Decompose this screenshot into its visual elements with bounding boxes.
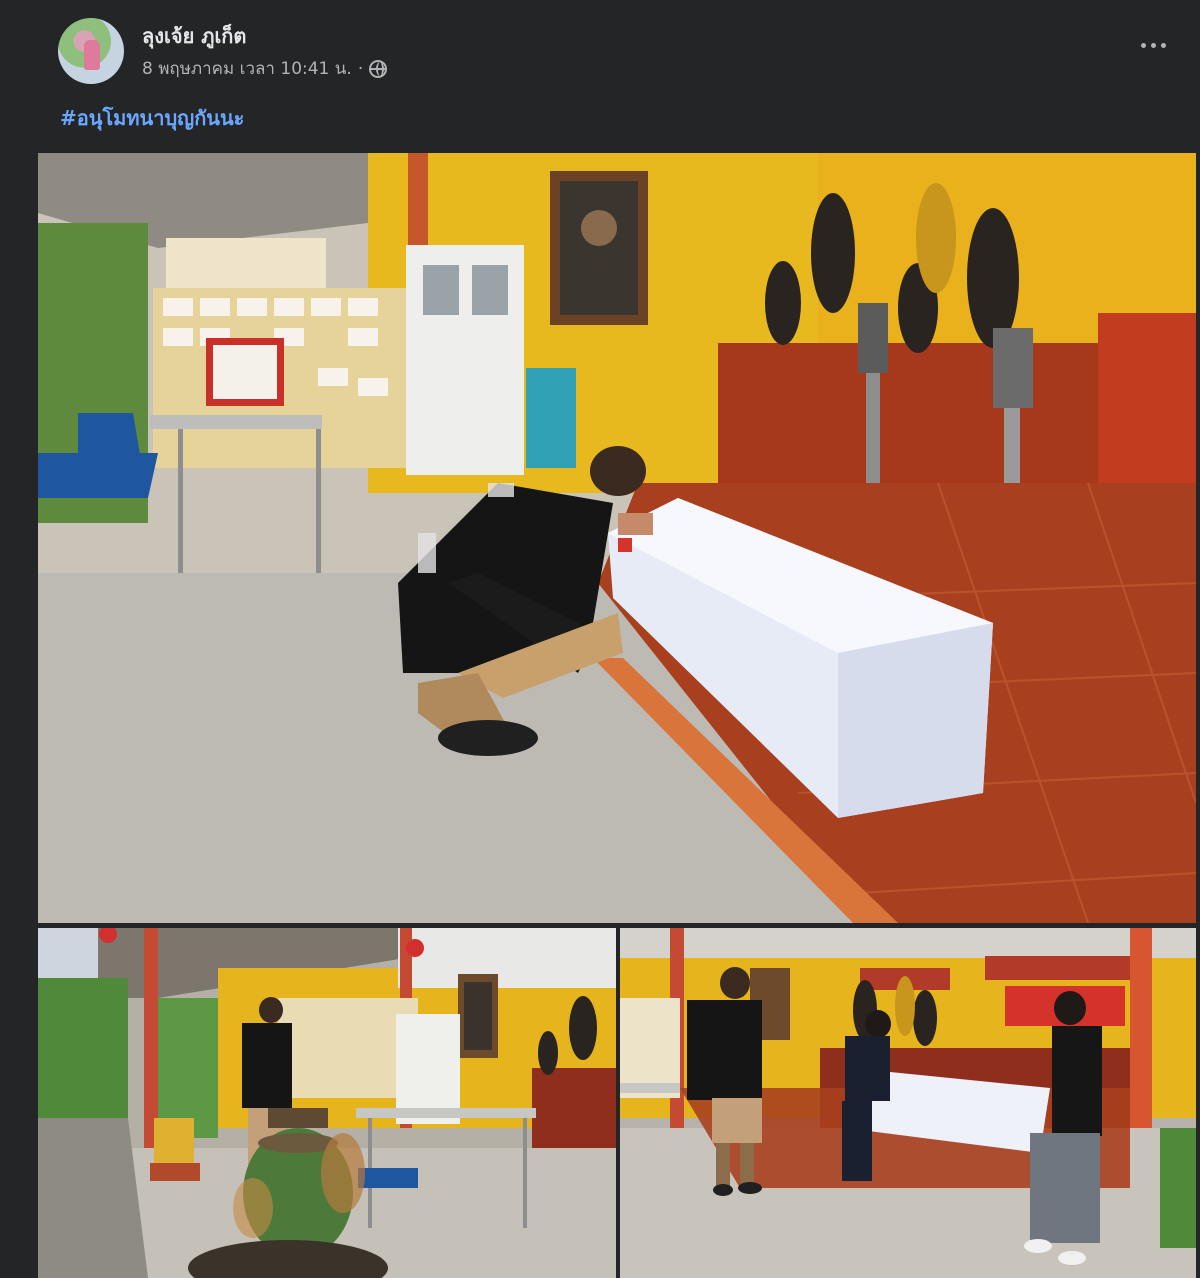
more-options-icon[interactable] [1136, 36, 1170, 54]
post-header: ลุงเจ้ย ภูเก็ต 8 พฤษภาคม เวลา 10:41 น. · [0, 0, 1200, 90]
globe-icon[interactable] [369, 59, 388, 78]
post-meta: 8 พฤษภาคม เวลา 10:41 น. · [142, 55, 388, 82]
photo-3[interactable] [620, 928, 1196, 1278]
meta-separator: · [357, 58, 364, 79]
facebook-post: ลุงเจ้ย ภูเก็ต 8 พฤษภาคม เวลา 10:41 น. ·… [0, 0, 1200, 1278]
avatar[interactable] [58, 18, 124, 84]
main-photo[interactable] [38, 153, 1196, 923]
photo-2[interactable] [38, 928, 616, 1278]
timestamp[interactable]: 8 พฤษภาคม เวลา 10:41 น. [142, 55, 352, 82]
author-name[interactable]: ลุงเจ้ย ภูเก็ต [142, 20, 246, 52]
hashtag-link[interactable]: #อนุโมทนาบุญกันนะ [60, 102, 244, 134]
